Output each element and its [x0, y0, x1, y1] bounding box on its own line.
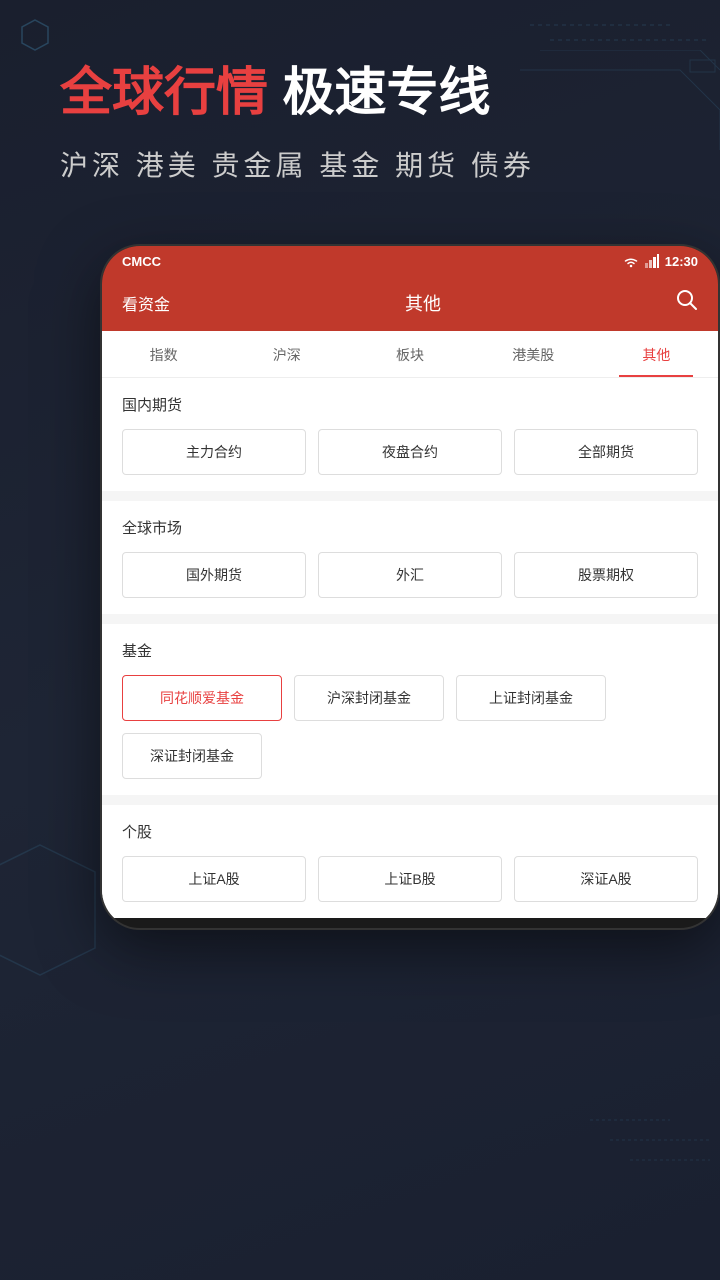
status-right-group: 12:30 — [623, 254, 698, 269]
btn-all-futures[interactable]: 全部期货 — [514, 429, 698, 475]
domestic-futures-buttons: 主力合约 夜盘合约 全部期货 — [122, 429, 698, 475]
time-text: 12:30 — [665, 254, 698, 269]
section-domestic-futures-title: 国内期货 — [122, 394, 698, 415]
tabs-bar: 指数 沪深 板块 港美股 其他 — [102, 331, 718, 378]
header-center-label: 其他 — [405, 290, 441, 316]
tab-sector[interactable]: 板块 — [348, 331, 471, 377]
banner-title: 全球行情 极速专线 — [60, 60, 660, 128]
section-fund-title: 基金 — [122, 640, 698, 661]
btn-shenhu-closed-fund[interactable]: 沪深封闭基金 — [294, 675, 444, 721]
status-bar: CMCC 12:30 — [102, 246, 718, 277]
deco-lines-bottom-right — [590, 1100, 710, 1180]
banner-subtitle: 沪深 港美 贵金属 基金 期货 债券 — [60, 144, 660, 184]
btn-stock-options[interactable]: 股票期权 — [514, 552, 698, 598]
btn-overseas-futures[interactable]: 国外期货 — [122, 552, 306, 598]
btn-shanghai-a[interactable]: 上证A股 — [122, 856, 306, 902]
individual-stocks-buttons: 上证A股 上证B股 深证A股 — [122, 856, 698, 902]
fund-buttons-row1: 同花顺爱基金 沪深封闭基金 上证封闭基金 — [122, 675, 698, 721]
section-global-market-title: 全球市场 — [122, 517, 698, 538]
app-header: 看资金 其他 — [102, 277, 718, 331]
content-area: 国内期货 主力合约 夜盘合约 全部期货 全球市场 国外期货 外汇 股票期权 — [102, 378, 718, 918]
btn-shenzhen-closed-fund[interactable]: 深证封闭基金 — [122, 733, 262, 779]
hex-decor-left — [0, 840, 100, 980]
main-container: 全球行情 极速专线 沪深 港美 贵金属 基金 期货 债券 CMCC — [0, 0, 720, 1280]
phone-mockup: CMCC 12:30 — [100, 244, 720, 930]
banner-title-normal: 极速专线 — [268, 64, 490, 122]
tab-shenzhen[interactable]: 沪深 — [225, 331, 348, 377]
section-domestic-futures: 国内期货 主力合约 夜盘合约 全部期货 — [102, 378, 718, 491]
section-global-market: 全球市场 国外期货 外汇 股票期权 — [102, 501, 718, 614]
btn-forex[interactable]: 外汇 — [318, 552, 502, 598]
signal-icon — [645, 254, 659, 268]
btn-tonghuan-fund[interactable]: 同花顺爱基金 — [122, 675, 282, 721]
btn-shanghai-b[interactable]: 上证B股 — [318, 856, 502, 902]
phone-screen: CMCC 12:30 — [100, 244, 720, 930]
btn-shenzhen-a[interactable]: 深证A股 — [514, 856, 698, 902]
banner-section: 全球行情 极速专线 沪深 港美 贵金属 基金 期货 债券 — [0, 0, 720, 224]
btn-shanghai-closed-fund[interactable]: 上证封闭基金 — [456, 675, 606, 721]
btn-night-contract[interactable]: 夜盘合约 — [318, 429, 502, 475]
btn-main-contract[interactable]: 主力合约 — [122, 429, 306, 475]
fund-buttons-row2: 深证封闭基金 — [122, 733, 698, 779]
section-individual-stocks-title: 个股 — [122, 821, 698, 842]
global-market-buttons: 国外期货 外汇 股票期权 — [122, 552, 698, 598]
tab-other[interactable]: 其他 — [595, 331, 718, 377]
section-individual-stocks: 个股 上证A股 上证B股 深证A股 — [102, 805, 718, 918]
tab-indices[interactable]: 指数 — [102, 331, 225, 377]
banner-title-highlight: 全球行情 — [60, 64, 268, 122]
tab-hk-us[interactable]: 港美股 — [472, 331, 595, 377]
search-icon[interactable] — [676, 289, 698, 317]
header-left-label[interactable]: 看资金 — [122, 291, 170, 315]
carrier-text: CMCC — [122, 254, 161, 269]
section-fund: 基金 同花顺爱基金 沪深封闭基金 上证封闭基金 深证封闭基金 — [102, 624, 718, 795]
wifi-icon — [623, 254, 639, 268]
